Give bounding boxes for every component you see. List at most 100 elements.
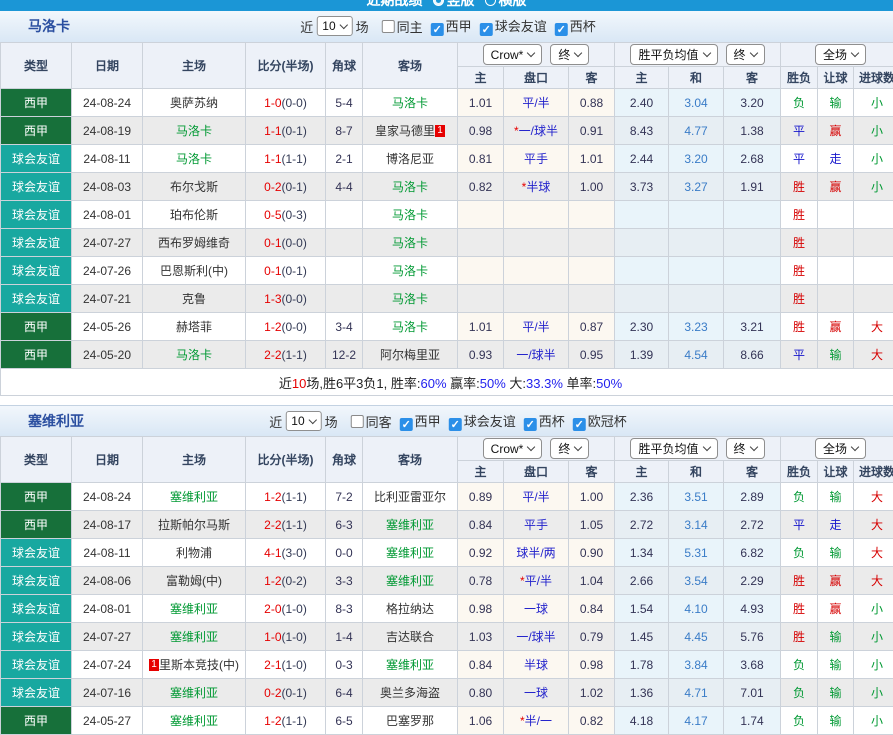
away-team-cell: 博洛尼亚 — [363, 145, 458, 173]
matches-table-mallorca: 类型 日期 主场 比分(半场) 角球 客场 Crow*终 胜平负均值终 全场 主… — [0, 42, 893, 396]
home-team-name[interactable]: 拉斯帕尔马斯 — [158, 518, 230, 532]
league-checkbox[interactable] — [400, 418, 413, 431]
recent-count-select[interactable]: 10 — [285, 411, 321, 431]
home-team-name[interactable]: 塞维利亚 — [170, 686, 218, 700]
same-venue-checkbox[interactable] — [351, 415, 364, 428]
score-cell: 0-1(0-0) — [246, 229, 326, 257]
mean-select[interactable]: 胜平负均值 — [630, 44, 717, 65]
half-time-score: (0-1) — [282, 180, 307, 194]
match-row: 球会友谊24-07-241里斯本竞技(中)2-1(1-0)0-3塞维利亚0.84… — [1, 651, 893, 679]
mean-away-cell — [724, 229, 781, 257]
scope-select[interactable]: 全场 — [815, 44, 866, 65]
home-team-name[interactable]: 西布罗姆维奇 — [158, 236, 230, 250]
away-team-name[interactable]: 马洛卡 — [392, 292, 428, 306]
stage-select[interactable]: 终 — [550, 438, 589, 459]
league-checkbox[interactable] — [431, 23, 444, 36]
handicap-cell — [504, 201, 569, 229]
match-row: 西甲24-08-24塞维利亚1-2(1-1)7-2比利亚雷亚尔0.89平/半1.… — [1, 483, 893, 511]
match-type-badge: 球会友谊 — [1, 651, 72, 679]
away-team-name[interactable]: 马洛卡 — [392, 208, 428, 222]
company-select[interactable]: Crow* — [483, 44, 543, 65]
home-team-name[interactable]: 利物浦 — [176, 546, 212, 560]
stage-select[interactable]: 终 — [550, 44, 589, 65]
league-checkbox[interactable] — [449, 418, 462, 431]
col-header-score: 比分(半场) — [246, 43, 326, 89]
home-team-name[interactable]: 布尔戈斯 — [170, 180, 218, 194]
home-team-name[interactable]: 巴恩斯利(中) — [160, 264, 228, 278]
mean-select[interactable]: 胜平负均值 — [630, 438, 717, 459]
away-team-name[interactable]: 塞维利亚 — [386, 658, 434, 672]
radio-vertical-label: 竖版 — [447, 0, 475, 8]
mean-away-cell: 2.68 — [724, 145, 781, 173]
home-team-cell: 克鲁 — [143, 285, 246, 313]
score-cell: 2-2(1-1) — [246, 511, 326, 539]
away-team-name[interactable]: 马洛卡 — [392, 236, 428, 250]
odds-home-cell: 1.06 — [458, 707, 504, 735]
match-row: 球会友谊24-08-01珀布伦斯0-5(0-3)马洛卡胜 — [1, 201, 893, 229]
goals-result-cell: 小 — [854, 679, 893, 707]
home-team-name[interactable]: 塞维利亚 — [170, 602, 218, 616]
away-team-name[interactable]: 塞维利亚 — [386, 518, 434, 532]
home-team-name[interactable]: 奥萨苏纳 — [170, 96, 218, 110]
full-time-score: 1-2 — [264, 490, 281, 504]
team-title: 马洛卡 — [28, 11, 70, 41]
home-team-name[interactable]: 马洛卡 — [176, 348, 212, 362]
scope-select[interactable]: 全场 — [815, 438, 866, 459]
score-cell: 2-0(1-0) — [246, 595, 326, 623]
mean-stage-select[interactable]: 终 — [726, 438, 765, 459]
away-team-name[interactable]: 巴塞罗那 — [386, 714, 434, 728]
league-checkbox[interactable] — [480, 23, 493, 36]
odds-home-cell: 0.92 — [458, 539, 504, 567]
away-team-name[interactable]: 阿尔梅里亚 — [380, 348, 440, 362]
home-team-name[interactable]: 马洛卡 — [176, 124, 212, 138]
home-team-name[interactable]: 珀布伦斯 — [170, 208, 218, 222]
radio-vertical-layout[interactable] — [433, 0, 444, 6]
home-team-name[interactable]: 克鲁 — [182, 292, 206, 306]
summary-segment: 50% — [596, 376, 622, 391]
home-team-name[interactable]: 里斯本竞技(中) — [159, 658, 239, 672]
away-team-name[interactable]: 格拉纳达 — [386, 602, 434, 616]
handicap-value: 平手 — [524, 518, 548, 532]
result-cell: 胜 — [781, 229, 818, 257]
away-team-name[interactable]: 皇家马德里 — [375, 124, 435, 138]
home-team-name[interactable]: 赫塔菲 — [176, 320, 212, 334]
summary-row: 近10场,胜6平3负1, 胜率:60% 赢率:50% 大:33.3% 单率:50… — [1, 369, 893, 396]
match-date: 24-05-20 — [72, 341, 143, 369]
away-team-name[interactable]: 塞维利亚 — [386, 546, 434, 560]
subcol-result: 胜负 — [781, 461, 818, 483]
full-time-score: 1-2 — [264, 714, 281, 728]
chevron-down-icon — [851, 49, 859, 57]
home-team-name[interactable]: 塞维利亚 — [170, 714, 218, 728]
same-venue-checkbox[interactable] — [382, 20, 395, 33]
away-team-name[interactable]: 奥兰多海盗 — [380, 686, 440, 700]
league-checkbox[interactable] — [555, 23, 568, 36]
company-select[interactable]: Crow* — [483, 438, 543, 459]
away-team-name[interactable]: 马洛卡 — [392, 96, 428, 110]
league-checkbox[interactable] — [524, 418, 537, 431]
radio-horizontal-layout[interactable] — [485, 0, 496, 6]
goals-result-cell: 大 — [854, 511, 893, 539]
match-row: 球会友谊24-07-27西布罗姆维奇0-1(0-0)马洛卡胜 — [1, 229, 893, 257]
odds-away-cell: 1.01 — [569, 145, 615, 173]
away-team-cell: 马洛卡 — [363, 313, 458, 341]
away-team-name[interactable]: 马洛卡 — [392, 264, 428, 278]
mean-home-cell: 2.40 — [615, 89, 669, 117]
odds-home-cell: 0.82 — [458, 173, 504, 201]
away-team-name[interactable]: 比利亚雷亚尔 — [374, 490, 446, 504]
home-team-name[interactable]: 富勒姆(中) — [166, 574, 222, 588]
odds-home-cell: 1.01 — [458, 89, 504, 117]
league-checkbox[interactable] — [573, 418, 586, 431]
home-team-name[interactable]: 塞维利亚 — [170, 490, 218, 504]
mean-stage-select[interactable]: 终 — [726, 44, 765, 65]
home-team-name[interactable]: 塞维利亚 — [170, 630, 218, 644]
mean-draw-cell: 3.54 — [669, 567, 724, 595]
away-team-name[interactable]: 吉达联合 — [386, 630, 434, 644]
home-team-name[interactable]: 马洛卡 — [176, 152, 212, 166]
away-team-name[interactable]: 塞维利亚 — [386, 574, 434, 588]
recent-count-select[interactable]: 10 — [316, 16, 352, 36]
away-team-name[interactable]: 博洛尼亚 — [386, 152, 434, 166]
full-time-score: 1-0 — [264, 630, 281, 644]
away-team-name[interactable]: 马洛卡 — [392, 180, 428, 194]
away-team-name[interactable]: 马洛卡 — [392, 320, 428, 334]
full-time-score: 0-1 — [264, 264, 281, 278]
